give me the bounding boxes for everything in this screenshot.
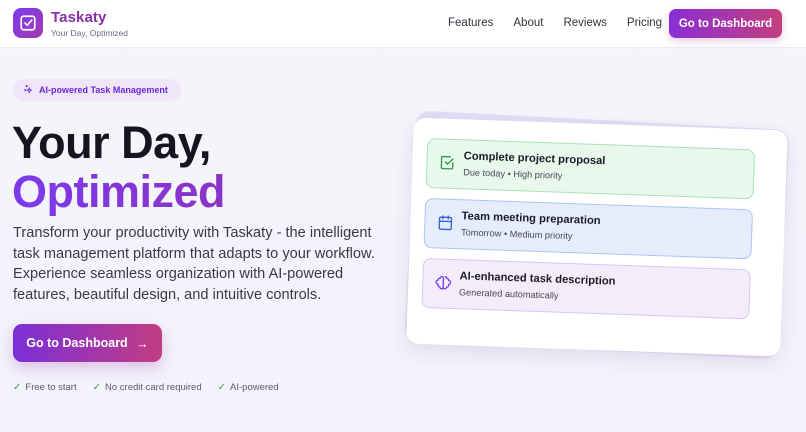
top-nav: Taskaty Your Day, Optimized Features Abo… [0,0,806,48]
task-card-proposal[interactable]: Complete project proposal Due today • Hi… [425,138,756,200]
calendar-icon [437,214,454,231]
logo-icon[interactable] [13,8,43,38]
task-card-ai[interactable]: AI-enhanced task description Generated a… [421,257,751,320]
brand-name[interactable]: Taskaty [51,9,106,26]
check-icon: ✓ [92,381,101,393]
feature-item: ✓ AI-powered [218,382,279,393]
ai-badge: AI-powered Task Management [13,79,181,101]
feature-label: No credit card required [105,382,202,393]
nav-links: Features About Reviews Pricing [448,17,682,29]
hero-description: Transform your productivity with Taskaty… [13,225,375,303]
nav-link-pricing[interactable]: Pricing [627,17,662,29]
hero-dashboard-button[interactable]: Go to Dashboard → [13,324,162,362]
arrow-right-icon: → [135,335,149,351]
nav-dashboard-button[interactable]: Go to Dashboard [669,9,782,38]
hero-title-line1: Your Day, [12,117,211,168]
task-subtitle: Due today • High priority [463,167,563,181]
nav-link-reviews[interactable]: Reviews [563,17,606,29]
badge-label: AI-powered Task Management [39,85,168,95]
hero-dashboard-label: Go to Dashboard [26,336,128,350]
feature-item: ✓ No credit card required [93,382,202,393]
task-title: Team meeting preparation [461,210,601,228]
brain-icon [435,274,452,291]
feature-label: Free to start [25,382,77,393]
check-icon: ✓ [13,381,22,393]
check-square-icon [439,154,456,171]
nav-link-features[interactable]: Features [448,17,493,29]
brand-tagline: Your Day, Optimized [51,28,129,38]
task-preview: Complete project proposal Due today • Hi… [404,110,794,362]
check-icon: ✓ [217,381,227,393]
preview-card: Complete project proposal Due today • Hi… [406,117,788,357]
feature-list: ✓ Free to start ✓ No credit card require… [13,382,295,393]
sparkles-icon [23,81,33,99]
task-subtitle: Generated automatically [458,287,559,301]
hero-title: Your Day, Optimized [12,117,226,217]
task-title: AI-enhanced task description [459,270,616,288]
feature-label: AI-powered [230,382,279,393]
hero-title-line2: Optimized [12,166,226,217]
nav-link-about[interactable]: About [513,17,543,29]
task-card-meeting[interactable]: Team meeting preparation Tomorrow • Medi… [423,197,754,260]
task-title: Complete project proposal [463,150,606,168]
task-subtitle: Tomorrow • Medium priority [460,227,573,242]
feature-item: ✓ Free to start [13,382,77,393]
